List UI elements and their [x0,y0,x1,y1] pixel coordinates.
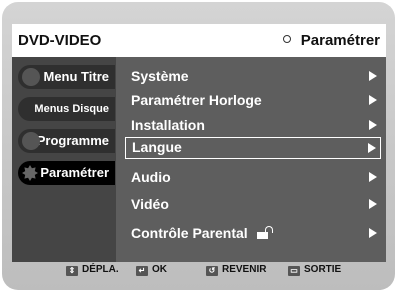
footer-back-label: REVENIR [222,264,267,275]
footer-move-label: DÉPLA. [82,264,119,275]
menu-item-controle-parental[interactable]: Contrôle Parental [125,222,381,244]
menu-item-parametrer-horloge[interactable]: Paramétrer Horloge [125,89,381,111]
osd-screen: DVD-VIDEO Paramétrer Menu Titre Menus Di… [12,24,386,262]
footer-help-bar: ⇕ DÉPLA. ↵ OK ↺ REVENIR ▭ SORTIE [2,260,399,280]
menu-item-installation[interactable]: Installation [125,114,381,136]
exit-icon: ▭ [288,266,300,276]
tv-frame: DVD-VIDEO Paramétrer Menu Titre Menus Di… [2,2,395,290]
sidebar-item-parametrer[interactable]: Paramétrer [18,161,115,185]
menu-item-label: Système [131,68,189,84]
arrow-right-icon [369,71,377,81]
disc-icon [22,68,40,86]
menu-item-label: Vidéo [131,196,169,212]
sidebar-item-label: Menu Titre [43,69,110,84]
header-bar: DVD-VIDEO Paramétrer [12,24,386,57]
gear-icon [22,165,38,181]
arrow-right-icon [369,172,377,182]
up-down-icon: ⇕ [66,266,78,276]
arrow-right-icon [368,143,376,153]
footer-ok: ↵ OK [136,263,167,277]
sidebar-item-label: Programme [36,133,109,148]
sidebar-item-menus-disque[interactable]: Menus Disque [18,97,115,121]
menu-item-label: Installation [131,117,205,133]
sidebar: Menu Titre Menus Disque Programme Paramé… [12,57,116,262]
menu-item-label: Paramétrer Horloge [131,92,262,108]
footer-back: ↺ REVENIR [206,263,266,277]
menu-item-label: Contrôle Parental [131,225,248,241]
footer-ok-label: OK [152,264,167,275]
sidebar-item-menu-titre[interactable]: Menu Titre [18,65,115,89]
return-icon: ↺ [206,266,218,276]
sidebar-item-label: Paramétrer [40,165,109,180]
disc-type-title: DVD-VIDEO [18,32,102,49]
sidebar-item-label: Menus Disque [34,103,109,115]
menu-item-label: Langue [132,139,182,155]
lock-icon [256,226,273,239]
menu-item-video[interactable]: Vidéo [125,193,381,215]
arrow-right-icon [369,228,377,238]
sidebar-item-programme[interactable]: Programme [18,129,115,153]
footer-move: ⇕ DÉPLA. [66,263,119,277]
menu-item-audio[interactable]: Audio [125,166,381,188]
menu-item-label: Audio [131,169,171,185]
program-icon [22,132,40,150]
arrow-right-icon [369,120,377,130]
footer-exit-label: SORTIE [304,264,342,275]
menu-item-systeme[interactable]: Système [125,65,381,87]
current-mode: Paramétrer [282,32,380,49]
enter-icon: ↵ [136,266,148,276]
footer-exit: ▭ SORTIE [288,263,341,277]
circle-icon [282,35,291,43]
menu-item-langue[interactable]: Langue [125,137,381,159]
arrow-right-icon [369,95,377,105]
current-mode-label: Paramétrer [300,32,380,49]
arrow-right-icon [369,199,377,209]
